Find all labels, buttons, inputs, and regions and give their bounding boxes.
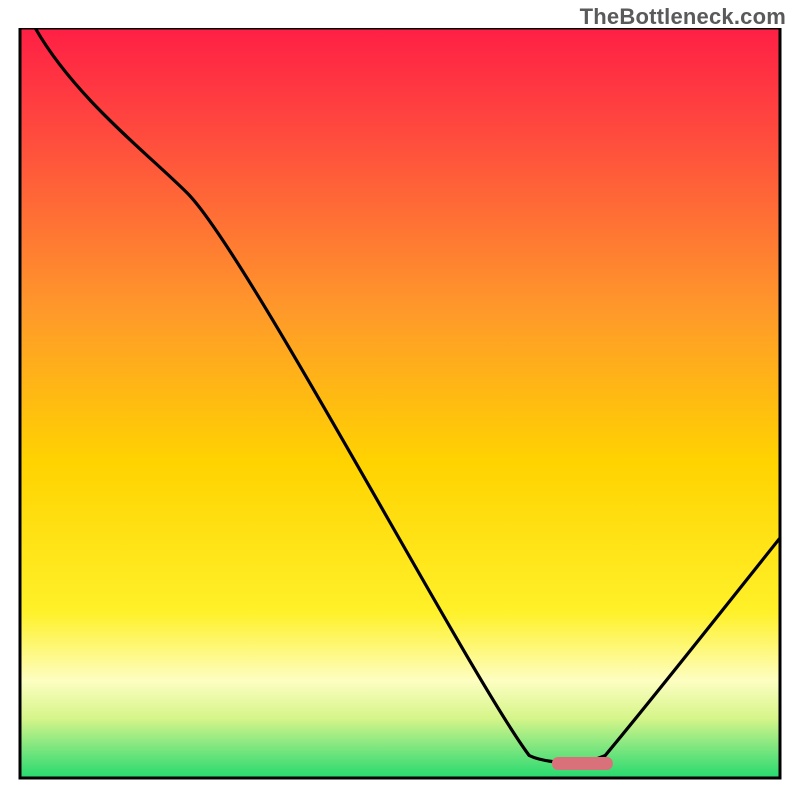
chart-container: TheBottleneck.com	[0, 0, 800, 800]
chart-svg	[10, 28, 790, 790]
plot-area	[10, 28, 790, 790]
optimal-marker	[552, 757, 613, 770]
gradient-background	[20, 28, 780, 778]
watermark-label: TheBottleneck.com	[580, 4, 786, 30]
